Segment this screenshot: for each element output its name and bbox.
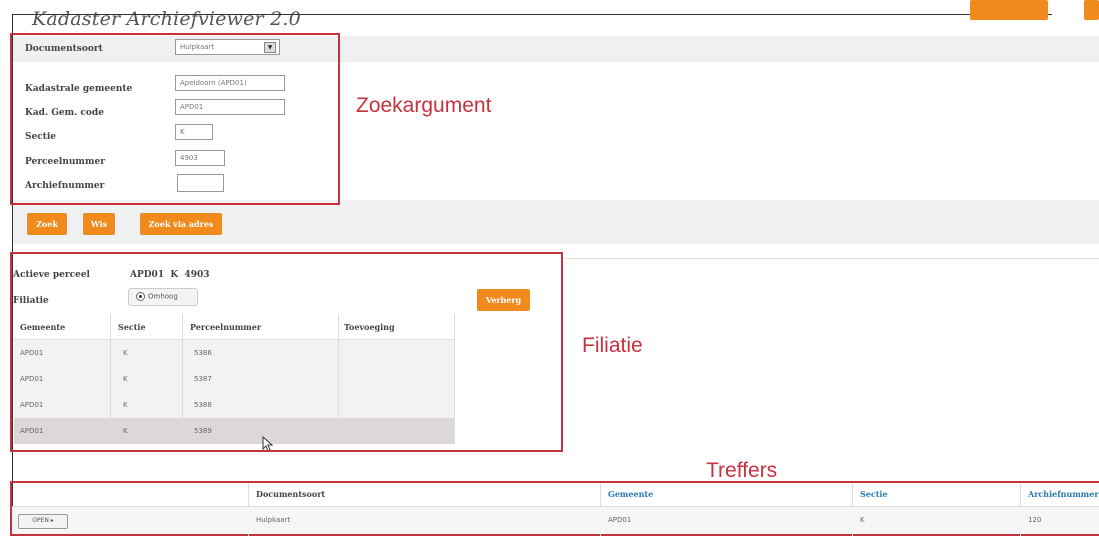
chevron-right-icon: ▸ [50, 517, 54, 524]
table-row[interactable] [12, 507, 1099, 534]
zoekargument-highlight [10, 33, 340, 205]
cell-archiefnummer: 120 [1028, 516, 1042, 524]
open-label: OPEN [32, 517, 49, 524]
open-button[interactable]: OPEN ▸ [18, 514, 68, 529]
search-by-address-button[interactable]: Zoek via adres [140, 213, 222, 235]
col-gemeente-sortable[interactable]: Gemeente [608, 489, 653, 499]
filiatie-annotation: Filiatie [582, 334, 643, 357]
col-sectie-sortable[interactable]: Sectie [860, 489, 888, 499]
section-divider [565, 258, 1099, 259]
filiatie-highlight [10, 252, 563, 452]
search-button[interactable]: Zoek [27, 213, 67, 235]
app-title: Kadaster Archiefviewer 2.0 [32, 8, 301, 30]
zoekargument-annotation: Zoekargument [356, 94, 492, 117]
header-action-button[interactable] [970, 0, 1048, 20]
cell-sectie: K [860, 516, 865, 524]
treffers-annotation: Treffers [706, 459, 778, 482]
window-top-border [12, 14, 1052, 15]
col-archiefnummer-sortable[interactable]: Archiefnummer [1028, 489, 1099, 499]
clear-button[interactable]: Wis [83, 213, 115, 235]
col-documentsoort: Documentsoort [256, 489, 326, 499]
cell-documentsoort: Hulpkaart [256, 516, 291, 524]
header-action-button-2[interactable] [1084, 0, 1099, 20]
cell-gemeente: APD01 [608, 516, 632, 524]
